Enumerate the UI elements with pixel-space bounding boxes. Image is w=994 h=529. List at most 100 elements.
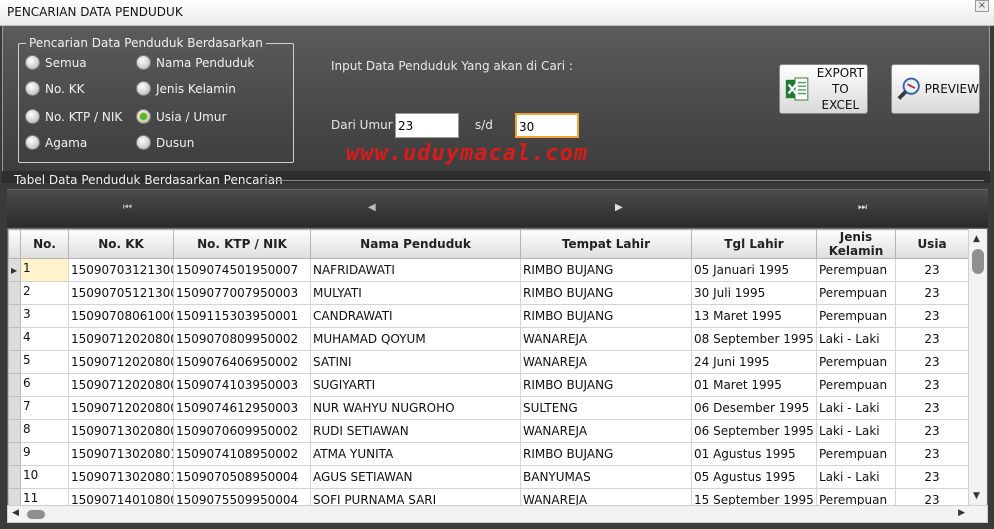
table-cell[interactable]: 2 [20,281,69,305]
table-cell[interactable]: Perempuan [816,442,896,466]
table-cell[interactable]: 23 [895,373,969,397]
table-cell[interactable]: 23 [895,488,969,505]
table-cell[interactable]: 6 [20,373,69,397]
table-cell[interactable]: 15 September 1995 [691,488,817,505]
table-cell[interactable]: CANDRAWATI [310,304,521,328]
scroll-right-icon[interactable]: ▶ [958,508,965,518]
table-cell[interactable]: 1509077007950003 [173,281,311,305]
table-cell[interactable]: 1509070508950004 [173,465,311,489]
last-record-icon[interactable]: ⏭ [858,202,867,213]
table-row[interactable]: 1115090714010800801509075509950004SOFI P… [8,488,969,505]
table-cell[interactable]: Perempuan [816,304,896,328]
table-cell[interactable]: 10 [20,465,69,489]
table-cell[interactable]: 1509076406950002 [173,350,311,374]
table-cell[interactable]: 30 Juli 1995 [691,281,817,305]
table-cell[interactable]: Perempuan [816,350,896,374]
row-indicator[interactable] [8,281,21,305]
table-cell[interactable]: RUDI SETIAWAN [310,419,521,443]
table-cell[interactable]: ATMA YUNITA [310,442,521,466]
table-cell[interactable]: 1509070312130004 [68,258,174,282]
row-indicator[interactable]: ▶ [8,258,21,282]
export-excel-button[interactable]: EXPORT TO EXCEL [779,64,868,114]
table-cell[interactable]: WANAREJA [520,327,692,351]
row-indicator[interactable] [8,488,21,505]
radio-usia-umur[interactable]: Usia / Umur [136,109,226,124]
radio-nama-penduduk[interactable]: Nama Penduduk [136,55,254,70]
table-cell[interactable]: 1509074612950003 [173,396,311,420]
table-cell[interactable]: Perempuan [816,258,896,282]
radio-jenis-kelamin[interactable]: Jenis Kelamin [136,81,236,96]
table-cell[interactable]: Laki - Laki [816,465,896,489]
table-cell[interactable]: 23 [895,327,969,351]
radio-agama[interactable]: Agama [25,135,87,150]
table-cell[interactable]: MULYATI [310,281,521,305]
table-cell[interactable]: 1509071202080021 [68,327,174,351]
table-cell[interactable]: 24 Juni 1995 [691,350,817,374]
table-cell[interactable]: NUR WAHYU NUGROHO [310,396,521,420]
table-cell[interactable]: 9 [20,442,69,466]
table-cell[interactable]: 1509071302080116 [68,465,174,489]
table-cell[interactable]: 1509071202080048 [68,396,174,420]
table-row[interactable]: 1015090713020801161509070508950004AGUS S… [8,465,969,489]
table-cell[interactable]: SULTENG [520,396,692,420]
data-grid[interactable]: No. No. KK No. KTP / NIK Nama Penduduk T… [7,228,988,506]
close-icon[interactable]: × [975,0,989,12]
table-cell[interactable]: 5 [20,350,69,374]
table-cell[interactable]: WANAREJA [520,419,692,443]
row-indicator[interactable] [8,304,21,328]
table-cell[interactable]: 1509070806100006 [68,304,174,328]
from-age-input[interactable]: 23 [395,113,459,138]
table-cell[interactable]: SATINI [310,350,521,374]
radio-no-ktp-nik[interactable]: No. KTP / NIK [25,109,122,124]
column-header[interactable]: Tgl Lahir [691,229,817,259]
table-cell[interactable]: SOFI PURNAMA SARI [310,488,521,505]
table-cell[interactable]: 1509071202080035 [68,350,174,374]
table-cell[interactable]: Perempuan [816,373,896,397]
table-cell[interactable]: Laki - Laki [816,396,896,420]
table-cell[interactable]: 1509070609950002 [173,419,311,443]
column-header[interactable]: No. KK [68,229,174,259]
table-cell[interactable]: 1509071202080039 [68,373,174,397]
table-cell[interactable]: 23 [895,258,969,282]
preview-button[interactable]: PREVIEW [891,64,980,114]
column-header[interactable]: No. KTP / NIK [173,229,311,259]
table-cell[interactable]: 23 [895,465,969,489]
table-cell[interactable]: 7 [20,396,69,420]
table-cell[interactable]: Perempuan [816,281,896,305]
table-cell[interactable]: 23 [895,304,969,328]
table-cell[interactable]: 1509070512130005 [68,281,174,305]
radio-semua[interactable]: Semua [25,55,87,70]
table-cell[interactable]: MUHAMAD QOYUM [310,327,521,351]
horizontal-scrollbar[interactable]: ◀ ▶ [7,505,988,523]
scroll-thumb[interactable] [27,510,45,519]
table-row[interactable]: 215090705121300051509077007950003MULYATI… [8,281,969,305]
column-header[interactable]: Nama Penduduk [310,229,521,259]
table-cell[interactable]: 06 Desember 1995 [691,396,817,420]
table-cell[interactable]: RIMBO BUJANG [520,442,692,466]
table-cell[interactable]: 1509074103950003 [173,373,311,397]
table-cell[interactable]: 05 Agustus 1995 [691,465,817,489]
column-header[interactable]: Tempat Lahir [520,229,692,259]
radio-no-kk[interactable]: No. KK [25,81,84,96]
table-row[interactable]: 615090712020800391509074103950003SUGIYAR… [8,373,969,397]
table-cell[interactable]: BANYUMAS [520,465,692,489]
column-header[interactable]: No. [20,229,69,259]
table-cell[interactable]: 23 [895,281,969,305]
table-cell[interactable]: 1509074108950002 [173,442,311,466]
scroll-thumb[interactable] [972,249,984,274]
table-row[interactable]: 915090713020801021509074108950002ATMA YU… [8,442,969,466]
table-cell[interactable]: RIMBO BUJANG [520,373,692,397]
row-indicator[interactable] [8,327,21,351]
next-record-icon[interactable]: ▶ [615,202,623,213]
table-cell[interactable]: SUGIYARTI [310,373,521,397]
table-cell[interactable]: 23 [895,442,969,466]
column-header[interactable]: Jenis Kelamin [816,229,896,259]
table-cell[interactable]: 1509075509950004 [173,488,311,505]
table-cell[interactable]: 1509070809950002 [173,327,311,351]
row-indicator[interactable] [8,396,21,420]
table-cell[interactable]: RIMBO BUJANG [520,304,692,328]
table-cell[interactable]: 01 Maret 1995 [691,373,817,397]
scroll-down-icon[interactable]: ▼ [973,491,980,501]
table-cell[interactable]: 23 [895,419,969,443]
table-cell[interactable]: 11 [20,488,69,505]
